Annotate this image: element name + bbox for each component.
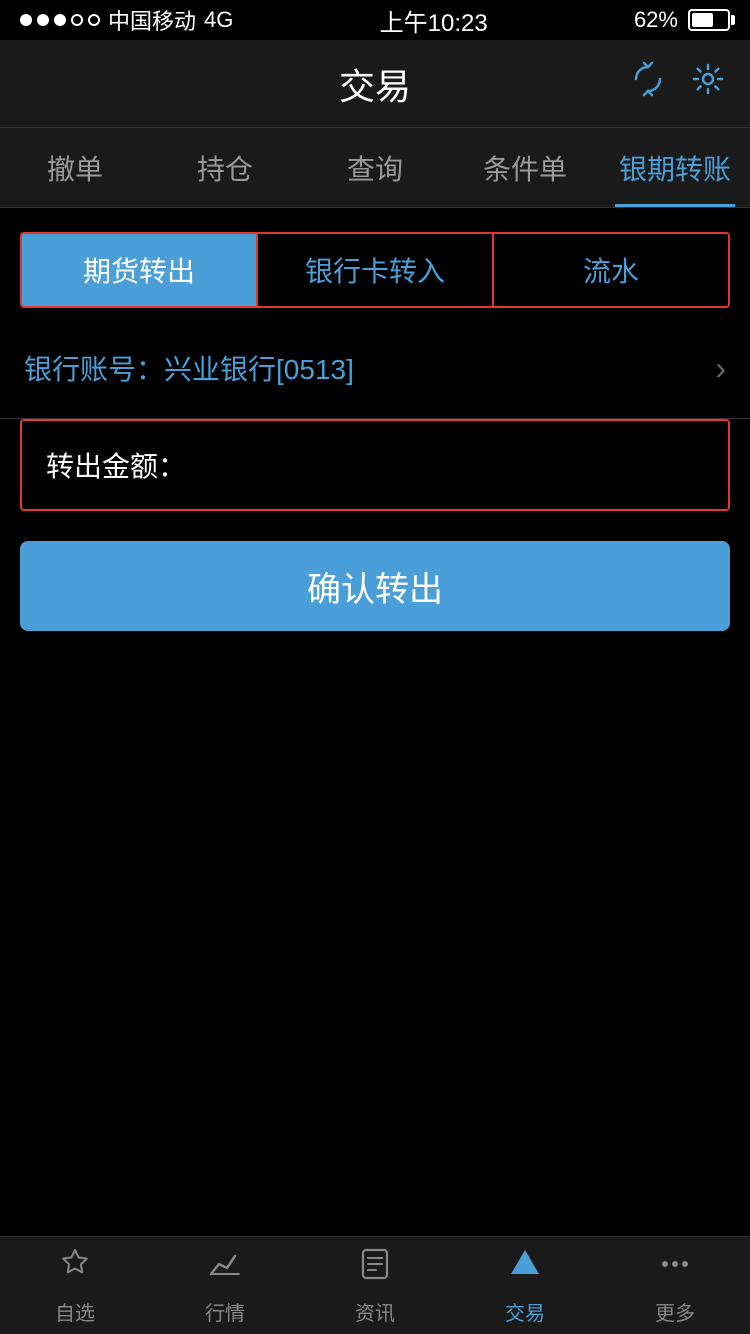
bottom-tab-行情[interactable]: 行情	[150, 1246, 300, 1326]
amount-input[interactable]	[202, 449, 704, 481]
tab-条件单[interactable]: 条件单	[450, 128, 600, 207]
bottom-tab-更多[interactable]: 更多	[600, 1246, 750, 1326]
confirm-transfer-button[interactable]: 确认转出	[20, 541, 730, 631]
content-area	[0, 631, 750, 1231]
status-bar: 中国移动 4G 上午10:23 62%	[0, 0, 750, 40]
settings-button[interactable]	[690, 61, 726, 106]
refresh-button[interactable]	[630, 61, 666, 106]
sub-tab-期货转出[interactable]: 期货转出	[22, 234, 258, 306]
tab-持仓[interactable]: 持仓	[150, 128, 300, 207]
star-icon	[57, 1246, 93, 1291]
tab-撤单[interactable]: 撤单	[0, 128, 150, 207]
amount-label: 转出金额：	[46, 445, 186, 485]
more-icon	[657, 1246, 693, 1291]
chevron-right-icon: ›	[715, 350, 726, 387]
bottom-tab-label-交易: 交易	[505, 1297, 545, 1326]
trade-icon	[507, 1246, 543, 1291]
sub-tabs: 期货转出 银行卡转入 流水	[20, 232, 730, 308]
bank-account-label: 银行账号：兴业银行[0513]	[24, 348, 354, 388]
sub-tab-银行卡转入[interactable]: 银行卡转入	[258, 234, 494, 306]
network-label: 4G	[204, 7, 233, 33]
bank-account-row[interactable]: 银行账号：兴业银行[0513] ›	[0, 318, 750, 419]
page-title: 交易	[339, 58, 411, 110]
bottom-tab-label-更多: 更多	[655, 1297, 695, 1326]
bottom-tab-自选[interactable]: 自选	[0, 1246, 150, 1326]
nav-tabs: 撤单 持仓 查询 条件单 银期转账	[0, 128, 750, 208]
news-icon	[357, 1246, 393, 1291]
tab-银期转账[interactable]: 银期转账	[600, 128, 750, 207]
bottom-tab-label-行情: 行情	[205, 1297, 245, 1326]
sub-tab-流水[interactable]: 流水	[494, 234, 728, 306]
header: 交易	[0, 40, 750, 128]
bottom-tab-label-自选: 自选	[55, 1297, 95, 1326]
bottom-tab-交易[interactable]: 交易	[450, 1246, 600, 1326]
battery-icon	[688, 9, 730, 31]
battery-percent: 62%	[634, 7, 678, 33]
bottom-tab-label-资讯: 资讯	[355, 1297, 395, 1326]
amount-input-row: 转出金额：	[20, 419, 730, 511]
bottom-tab-资讯[interactable]: 资讯	[300, 1246, 450, 1326]
chart-icon	[207, 1246, 243, 1291]
carrier-label: 中国移动	[108, 4, 196, 36]
time-label: 上午10:23	[380, 3, 488, 38]
bottom-tabbar: 自选 行情 资讯 交易	[0, 1236, 750, 1334]
tab-查询[interactable]: 查询	[300, 128, 450, 207]
